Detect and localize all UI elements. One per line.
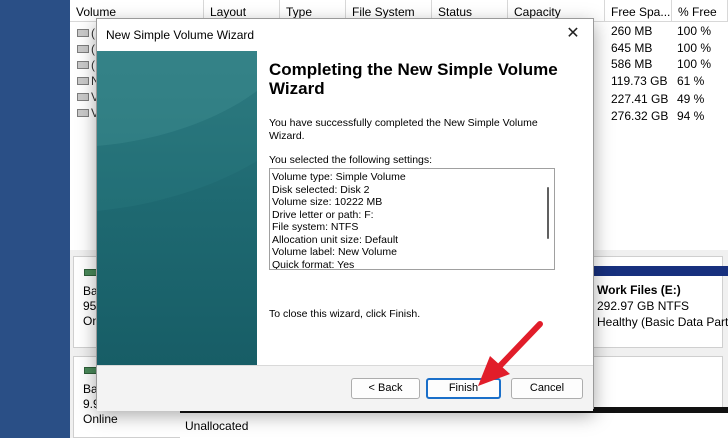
close-icon[interactable]: ✕ (561, 22, 585, 46)
volume-row[interactable]: V (77, 106, 99, 120)
setting-item: Volume type: Simple Volume (272, 171, 406, 183)
annotation-arrow-icon (478, 321, 543, 386)
setting-item: Volume label: New Volume (272, 246, 397, 258)
setting-item: File system: NTFS (272, 221, 359, 233)
column-header-free-space[interactable]: Free Spa... (605, 0, 672, 22)
settings-list: Volume type: Simple Volume Disk selected… (270, 169, 554, 270)
percent-free-cell: 100 % (677, 24, 712, 38)
partition-bar (594, 266, 728, 276)
setting-item: Drive letter or path: F: (272, 208, 374, 221)
drive-icon (77, 77, 89, 85)
volume-row[interactable]: ( (77, 58, 95, 72)
percent-free-cell: 100 % (677, 57, 712, 71)
disk-status: Online (83, 412, 118, 426)
setting-item: Disk selected: Disk 2 (272, 183, 370, 196)
side-panel-graphic (97, 51, 257, 211)
partition-name[interactable]: Work Files (E:) (597, 284, 681, 297)
close-instruction: To close this wizard, click Finish. (269, 308, 421, 320)
percent-free-cell: 94 % (677, 109, 705, 123)
success-message: You have successfully completed the New … (269, 117, 538, 142)
free-space-cell: 276.32 GB (611, 109, 669, 123)
unallocated-region[interactable]: Unallocated (180, 407, 728, 438)
volume-row[interactable]: N (77, 74, 100, 88)
settings-summary-box[interactable]: Volume type: Simple Volume Disk selected… (269, 168, 555, 270)
volume-row[interactable]: V (77, 90, 99, 104)
drive-icon (77, 61, 89, 69)
drive-icon (77, 29, 89, 37)
volume-row[interactable]: ( (77, 42, 95, 56)
settings-label: You selected the following settings: (269, 154, 433, 166)
drive-icon (77, 45, 89, 53)
free-space-cell: 260 MB (611, 24, 653, 38)
volume-name: ( (91, 26, 95, 40)
drive-icon (77, 93, 89, 101)
dialog-title: New Simple Volume Wizard (106, 28, 255, 42)
scrollbar-thumb[interactable] (547, 187, 549, 239)
percent-free-cell: 100 % (677, 41, 712, 55)
wizard-side-panel (97, 51, 257, 365)
setting-item: Allocation unit size: Default (272, 233, 399, 246)
free-space-cell: 586 MB (611, 57, 653, 71)
dialog-titlebar[interactable]: New Simple Volume Wizard ✕ (97, 19, 593, 51)
wizard-heading: Completing the New Simple Volume Wizard (269, 60, 558, 98)
back-button[interactable]: < Back (351, 378, 420, 399)
background-window-edge (0, 0, 70, 438)
column-header-percent-free[interactable]: % Free (672, 0, 728, 22)
percent-free-cell: 49 % (677, 92, 705, 106)
partition-status: Healthy (Basic Data Part (597, 315, 728, 329)
free-space-cell: 227.41 GB (611, 92, 669, 106)
free-space-cell: 645 MB (611, 41, 653, 55)
setting-item: Volume size: 10222 MB (272, 196, 383, 208)
drive-icon (77, 109, 89, 117)
volume-name: ( (91, 58, 95, 72)
settings-scrollbar[interactable] (544, 173, 552, 265)
partition-size: 292.97 GB NTFS (597, 299, 690, 313)
setting-item: Quick format: Yes (272, 258, 355, 270)
percent-free-cell: 61 % (677, 74, 705, 88)
volume-name: ( (91, 42, 95, 56)
unallocated-label: Unallocated (185, 419, 249, 433)
free-space-cell: 119.73 GB (611, 74, 668, 88)
volume-row[interactable]: ( (77, 26, 95, 40)
